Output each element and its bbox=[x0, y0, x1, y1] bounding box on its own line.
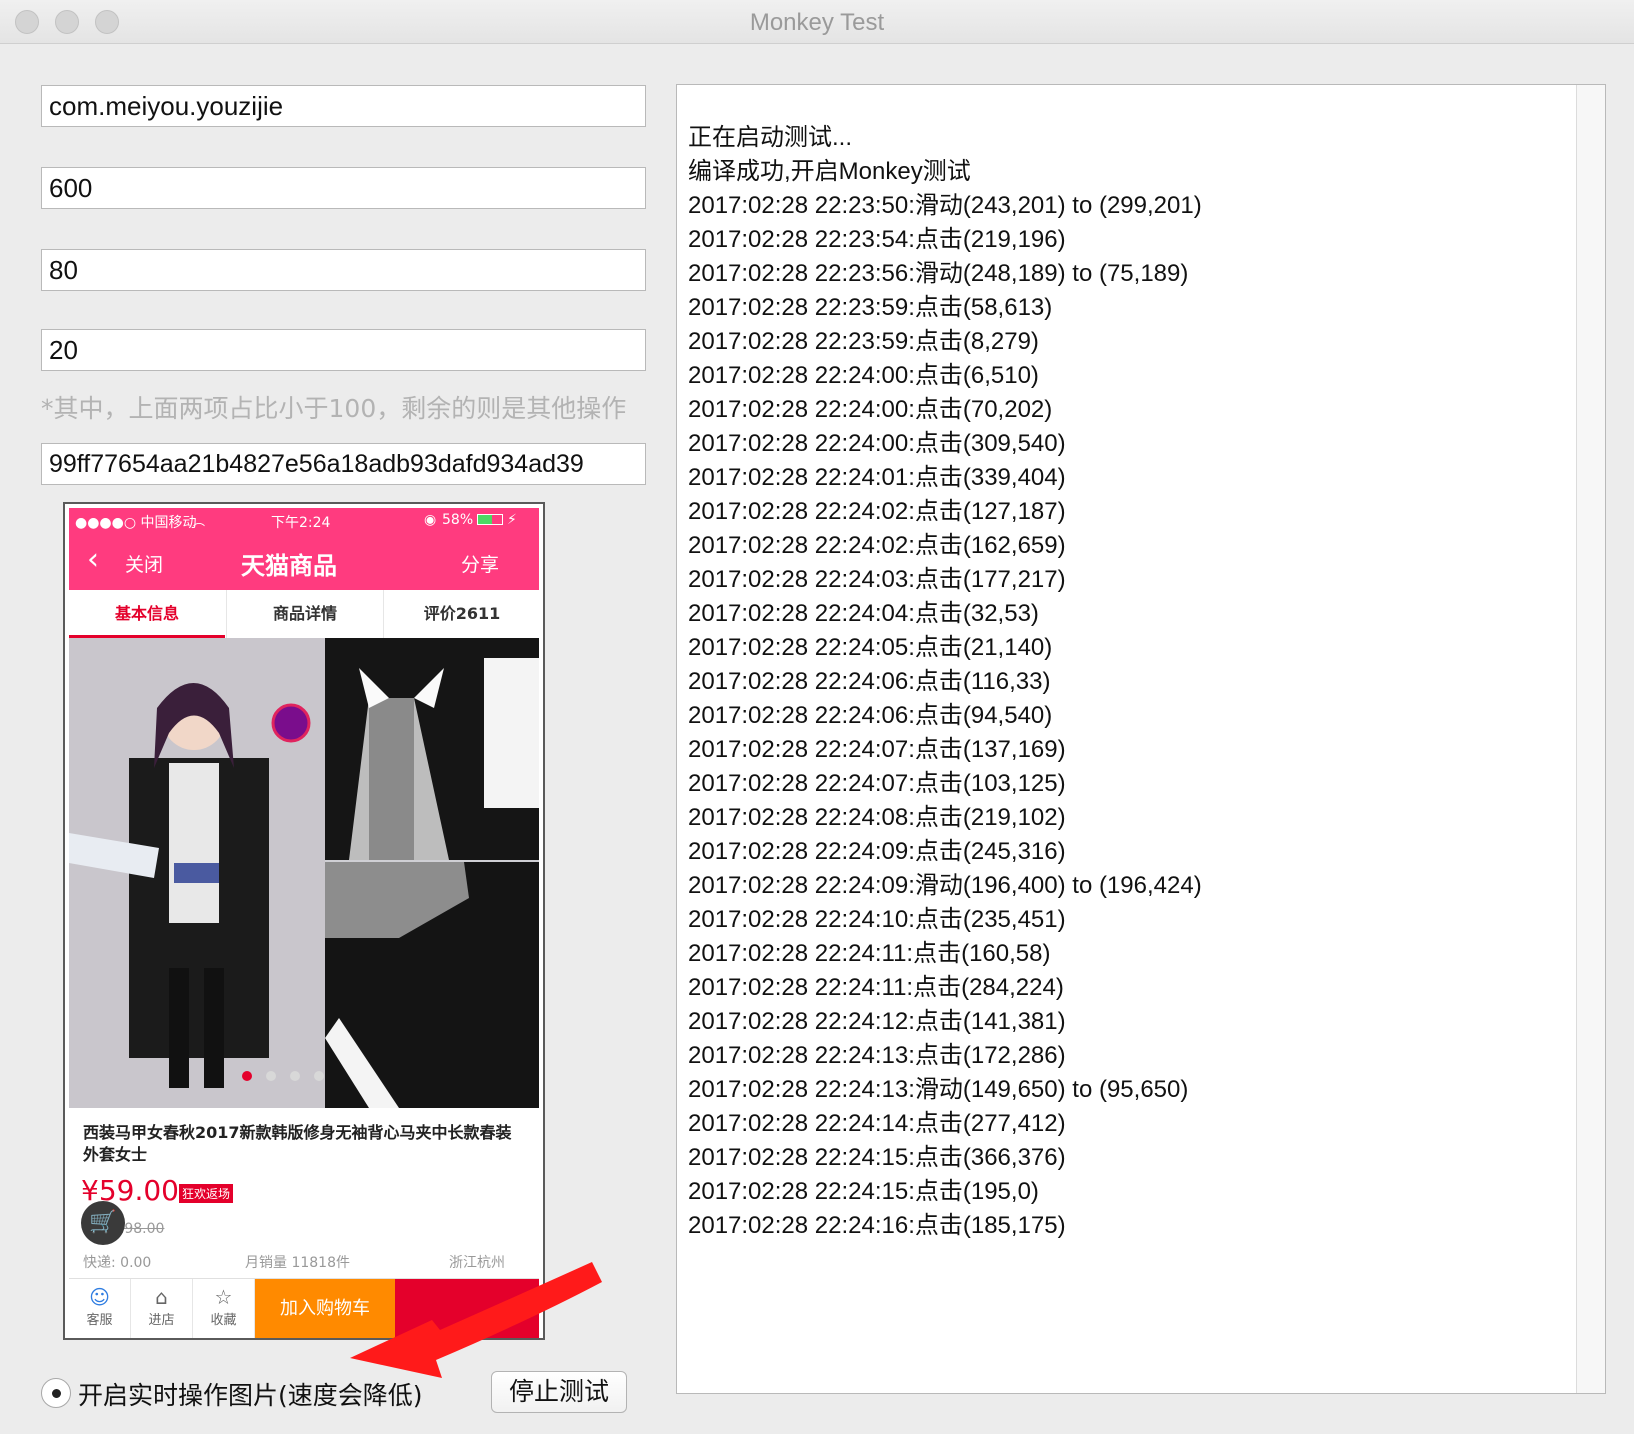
charging-icon: ⚡ bbox=[507, 512, 517, 528]
shipping-fee: 快递: 0.00 bbox=[83, 1255, 152, 1271]
log-line: 编译成功,开启Monkey测试 bbox=[688, 158, 971, 185]
log-line: 2017:02:28 22:24:12:点击(141,381) bbox=[688, 1008, 1066, 1035]
wifi-icon: ︵ bbox=[193, 514, 206, 528]
nav-title: 天猫商品 bbox=[241, 552, 337, 580]
log-line: 2017:02:28 22:24:08:点击(219,102) bbox=[688, 804, 1066, 831]
log-line: 2017:02:28 22:24:09:滑动(196,400) to (196,… bbox=[688, 872, 1202, 899]
back-chevron-icon[interactable]: ‹ bbox=[87, 542, 99, 577]
device-screenshot-preview: ●●●●○ 中国移动 ︵ 下午2:24 ◉ 58% ⚡ ‹ 关闭 天猫商品 分享… bbox=[63, 502, 545, 1340]
window-title: Monkey Test bbox=[749, 9, 885, 36]
log-lines: 正在启动测试... 编译成功,开启Monkey测试 2017:02:28 22:23… bbox=[688, 121, 1202, 1243]
log-line: 2017:02:28 22:24:15:点击(366,376) bbox=[688, 1144, 1066, 1171]
realtime-image-radio[interactable] bbox=[41, 1378, 71, 1408]
rotation-lock-icon: ◉ bbox=[424, 512, 437, 528]
product-image bbox=[69, 638, 539, 1108]
log-line: 2017:02:28 22:24:14:点击(277,412) bbox=[688, 1110, 1066, 1137]
log-line: 2017:02:28 22:24:11:点击(284,224) bbox=[688, 974, 1064, 1001]
log-line: 2017:02:28 22:23:50:滑动(243,201) to (299,… bbox=[688, 192, 1202, 219]
log-line: 2017:02:28 22:24:00:点击(309,540) bbox=[688, 430, 1066, 457]
log-line: 2017:02:28 22:24:02:点击(127,187) bbox=[688, 498, 1066, 525]
log-line: 2017:02:28 22:24:11:点击(160,58) bbox=[688, 940, 1051, 967]
log-line: 2017:02:28 22:23:56:滑动(248,189) to (75,1… bbox=[688, 260, 1189, 287]
star-icon: ☆ bbox=[214, 1285, 233, 1309]
log-line: 2017:02:28 22:24:04:点击(32,53) bbox=[688, 600, 1039, 627]
log-line: 2017:02:28 22:24:02:点击(162,659) bbox=[688, 532, 1066, 559]
log-line: 正在启动测试... bbox=[688, 124, 853, 151]
shop-button[interactable]: ⌂ 进店 bbox=[131, 1279, 193, 1338]
log-line: 2017:02:28 22:24:13:点击(172,286) bbox=[688, 1042, 1066, 1069]
phone-nav-bar: ‹ 关闭 天猫商品 分享 bbox=[69, 534, 539, 590]
log-line: 2017:02:28 22:24:01:点击(339,404) bbox=[688, 464, 1066, 491]
customer-service-icon: ☺ bbox=[89, 1285, 110, 1309]
tab-reviews[interactable]: 评价2611 bbox=[383, 590, 540, 638]
log-line: 2017:02:28 22:23:59:点击(8,279) bbox=[688, 328, 1039, 355]
cart-float-icon[interactable]: 🛒 bbox=[81, 1201, 125, 1245]
log-line: 2017:02:28 22:24:15:点击(195,0) bbox=[688, 1178, 1039, 1205]
realtime-image-label: 开启实时操作图片(速度会降低) bbox=[78, 1381, 423, 1410]
log-line: 2017:02:28 22:24:10:点击(235,451) bbox=[688, 906, 1066, 933]
log-line: 2017:02:28 22:23:54:点击(219,196) bbox=[688, 226, 1066, 253]
event-count-input[interactable]: 600 bbox=[41, 167, 646, 209]
ratio-hint: *其中，上面两项占比小于100，剩余的则是其他操作 bbox=[41, 394, 627, 423]
tab-basic-info[interactable]: 基本信息 bbox=[69, 590, 225, 638]
log-line: 2017:02:28 22:24:05:点击(21,140) bbox=[688, 634, 1053, 661]
log-line: 2017:02:28 22:24:16:点击(185,175) bbox=[688, 1212, 1066, 1239]
battery-icon bbox=[477, 514, 503, 525]
shop-label: 进店 bbox=[148, 1313, 175, 1328]
log-line: 2017:02:28 22:24:13:滑动(149,650) to (95,6… bbox=[688, 1076, 1189, 1103]
service-button[interactable]: ☺ 客服 bbox=[69, 1279, 131, 1338]
log-line: 2017:02:28 22:23:59:点击(58,613) bbox=[688, 294, 1053, 321]
product-photo-illustration bbox=[69, 638, 539, 1108]
log-line: 2017:02:28 22:24:00:点击(6,510) bbox=[688, 362, 1039, 389]
log-line: 2017:02:28 22:24:06:点击(116,33) bbox=[688, 668, 1051, 695]
log-line: 2017:02:28 22:24:09:点击(245,316) bbox=[688, 838, 1066, 865]
log-output-panel[interactable]: 正在启动测试... 编译成功,开启Monkey测试 2017:02:28 22:23… bbox=[676, 84, 1606, 1394]
title-bar: Monkey Test bbox=[0, 0, 1634, 44]
nav-share[interactable]: 分享 bbox=[461, 550, 499, 577]
store-icon: ⌂ bbox=[155, 1285, 168, 1309]
stop-test-button[interactable]: 停止测试 bbox=[491, 1371, 627, 1413]
log-line: 2017:02:28 22:24:03:点击(177,217) bbox=[688, 566, 1066, 593]
product-tabs: 基本信息 商品详情 评价2611 bbox=[69, 590, 539, 639]
log-line: 2017:02:28 22:24:00:点击(70,202) bbox=[688, 396, 1053, 423]
service-label: 客服 bbox=[86, 1313, 113, 1328]
click-ratio-input[interactable]: 80 bbox=[41, 249, 646, 291]
favorite-label: 收藏 bbox=[210, 1313, 237, 1328]
swipe-ratio-input[interactable]: 20 bbox=[41, 329, 646, 371]
log-scrollbar[interactable] bbox=[1576, 85, 1605, 1393]
favorite-button[interactable]: ☆ 收藏 bbox=[193, 1279, 255, 1338]
nav-close[interactable]: 关闭 bbox=[125, 550, 163, 577]
device-id-input[interactable]: 99ff77654aa21b4827e56a18adb93dafd934ad39 bbox=[41, 443, 646, 485]
log-line: 2017:02:28 22:24:07:点击(137,169) bbox=[688, 736, 1066, 763]
phone-time: 下午2:24 bbox=[271, 515, 331, 531]
tab-details[interactable]: 商品详情 bbox=[226, 590, 383, 638]
product-title: 西装马甲女春秋2017新款韩版修身无袖背心马夹中长款春装外套女士 bbox=[83, 1123, 512, 1164]
radio-selected-dot bbox=[52, 1389, 61, 1398]
battery-percent: 58% bbox=[442, 512, 474, 528]
log-line: 2017:02:28 22:24:07:点击(103,125) bbox=[688, 770, 1066, 797]
log-line: 2017:02:28 22:24:06:点击(94,540) bbox=[688, 702, 1053, 729]
package-name-input[interactable]: com.meiyou.youzijie bbox=[41, 85, 646, 127]
carrier-text: ●●●●○ 中国移动 bbox=[75, 515, 197, 531]
phone-status-bar: ●●●●○ 中国移动 ︵ 下午2:24 ◉ 58% ⚡ bbox=[69, 508, 539, 534]
promo-badge: 狂欢返场 bbox=[179, 1184, 234, 1203]
